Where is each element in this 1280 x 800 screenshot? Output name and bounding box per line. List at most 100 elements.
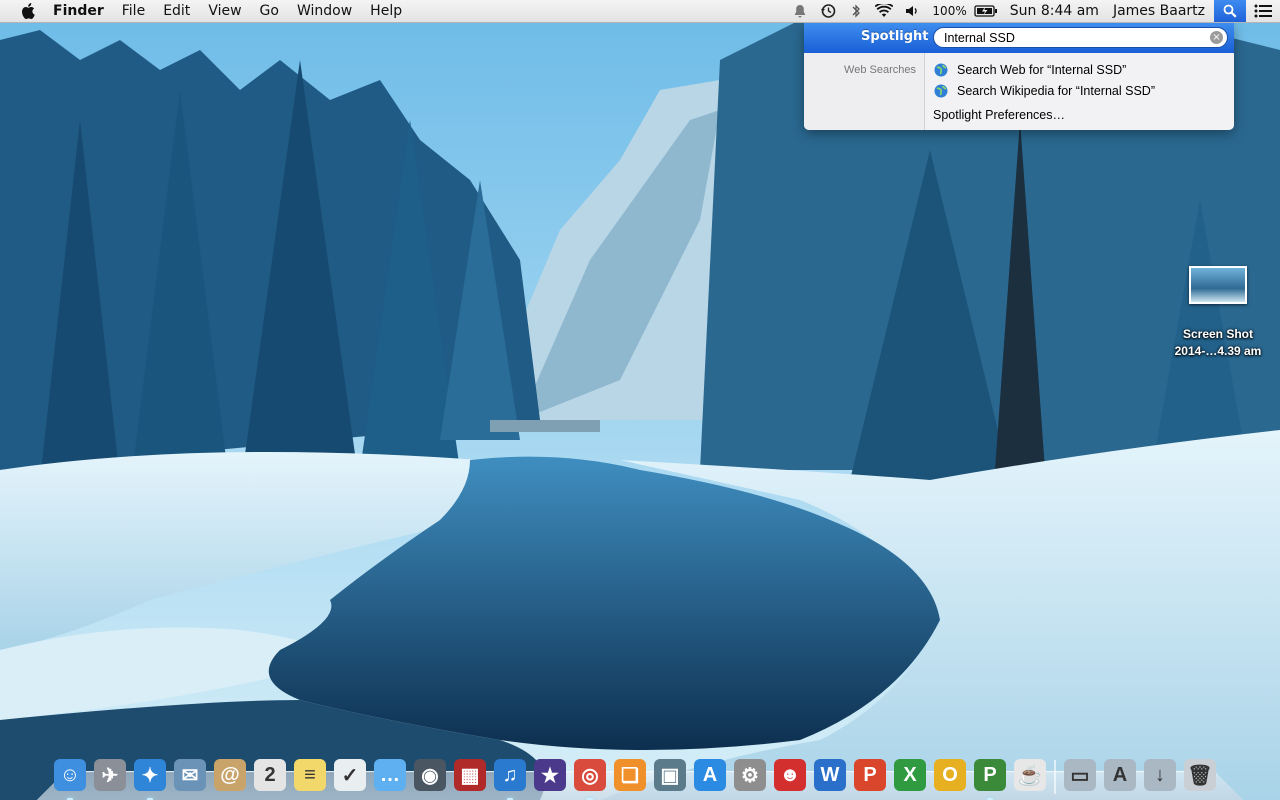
- game-icon: ☻: [774, 759, 806, 791]
- dock-item-trash[interactable]: 🗑: [1182, 756, 1218, 794]
- trash-icon: 🗑: [1184, 759, 1216, 791]
- project-icon: P: [974, 759, 1006, 791]
- reminders-icon: ✓: [334, 759, 366, 791]
- dock-item-contacts[interactable]: @: [212, 756, 248, 794]
- dock-item-excel[interactable]: X: [892, 756, 928, 794]
- file-name-line2: 2014-…4.39 am: [1174, 344, 1262, 358]
- dock-item-game[interactable]: ☻: [772, 756, 808, 794]
- dock-item-reminders[interactable]: ✓: [332, 756, 368, 794]
- dock-item-ibooks[interactable]: ❏: [612, 756, 648, 794]
- notification-center-button[interactable]: [1246, 0, 1280, 22]
- app-store-icon: A: [694, 759, 726, 791]
- dock-item-powerpoint[interactable]: P: [852, 756, 888, 794]
- menu-help[interactable]: Help: [361, 0, 411, 22]
- safari-icon: ✦: [134, 759, 166, 791]
- category-web-searches: Web Searches: [844, 64, 916, 76]
- globe-icon: [934, 63, 948, 77]
- menu-edit[interactable]: Edit: [154, 0, 199, 22]
- documents-folder-icon: ▭: [1064, 759, 1096, 791]
- battery-icon[interactable]: [974, 2, 998, 20]
- dock-item-project[interactable]: P: [972, 756, 1008, 800]
- menu-bar: Finder File Edit View Go Window Help 100…: [0, 0, 1280, 23]
- dock-item-imovie[interactable]: ★: [532, 756, 568, 794]
- dock-item-notes[interactable]: ≡: [292, 756, 328, 794]
- menu-view[interactable]: View: [199, 0, 250, 22]
- result-label: Search Wikipedia for “Internal SSD”: [957, 84, 1155, 98]
- dock-item-safari[interactable]: ✦: [132, 756, 168, 800]
- file-name-line1: Screen Shot: [1182, 327, 1254, 341]
- notes-icon: ≡: [294, 759, 326, 791]
- spotlight-title: Spotlight: [861, 29, 929, 44]
- dock-item-app-store[interactable]: A: [692, 756, 728, 794]
- menu-app-finder[interactable]: Finder: [53, 0, 113, 22]
- dock-item-word[interactable]: W: [812, 756, 848, 794]
- applications-folder-icon: A: [1104, 759, 1136, 791]
- apple-logo-icon[interactable]: [17, 0, 39, 22]
- spotlight-search-input[interactable]: [944, 29, 1204, 46]
- spotlight-preferences-link[interactable]: Spotlight Preferences…: [933, 108, 1065, 122]
- user-account-menu[interactable]: James Baartz: [1106, 0, 1212, 22]
- notification-bell-icon[interactable]: [791, 2, 809, 20]
- list-icon: [1254, 4, 1272, 18]
- magnifier-icon: [1223, 4, 1237, 18]
- desktop-file-screenshot[interactable]: Screen Shot 2014-…4.39 am: [1160, 266, 1276, 360]
- dock-item-chrome[interactable]: ◎: [572, 756, 608, 800]
- chrome-icon: ◎: [574, 759, 606, 791]
- dock-item-finder[interactable]: ☺: [52, 756, 88, 800]
- java-icon: ☕: [1014, 759, 1046, 791]
- dock-item-applications-folder[interactable]: A: [1102, 756, 1138, 794]
- facetime-icon: ◉: [414, 759, 446, 791]
- dock-item-java[interactable]: ☕: [1012, 756, 1048, 794]
- menu-file[interactable]: File: [113, 0, 154, 22]
- dock-item-preview[interactable]: ▣: [652, 756, 688, 794]
- dock-item-outlook[interactable]: O: [932, 756, 968, 794]
- spotlight-search-field[interactable]: ×: [933, 27, 1228, 48]
- downloads-folder-icon: ↓: [1144, 759, 1176, 791]
- outlook-icon: O: [934, 759, 966, 791]
- spotlight-panel: Spotlight × Web Searches Search Web for …: [804, 22, 1234, 130]
- spotlight-header: Spotlight ×: [804, 22, 1234, 53]
- spotlight-category-column: Web Searches: [804, 53, 925, 130]
- preview-icon: ▣: [654, 759, 686, 791]
- finder-icon: ☺: [54, 759, 86, 791]
- messages-icon: …: [374, 759, 406, 791]
- dock-item-launchpad[interactable]: ✈: [92, 756, 128, 794]
- wifi-icon[interactable]: [875, 2, 894, 20]
- file-name: Screen Shot 2014-…4.39 am: [1160, 326, 1276, 360]
- dock-item-mail[interactable]: ✉: [172, 756, 208, 794]
- clear-search-icon[interactable]: ×: [1210, 31, 1223, 44]
- time-machine-icon[interactable]: [819, 2, 837, 20]
- dock-item-downloads-folder[interactable]: ↓: [1142, 756, 1178, 794]
- excel-icon: X: [894, 759, 926, 791]
- ibooks-icon: ❏: [614, 759, 646, 791]
- volume-icon[interactable]: [903, 2, 921, 20]
- file-thumbnail-icon: [1189, 266, 1247, 304]
- launchpad-icon: ✈: [94, 759, 126, 791]
- menu-go[interactable]: Go: [251, 0, 288, 22]
- dock-separator: [1054, 760, 1056, 794]
- dock-item-itunes[interactable]: ♫: [492, 756, 528, 800]
- result-label: Search Web for “Internal SSD”: [957, 63, 1127, 77]
- dock: ☺ ✈ ✦ ✉ @2 ≡ ✓… ◉ ▦ ♫ ★ ◎ ❏ ▣ A ⚙ ☻ W P X O P ☕ ▭ A ↓ 🗑: [52, 748, 1222, 800]
- imovie-icon: ★: [534, 759, 566, 791]
- system-preferences-icon: ⚙: [734, 759, 766, 791]
- menubar-clock[interactable]: Sun 8:44 am: [1003, 0, 1106, 22]
- dock-item-messages[interactable]: …: [372, 756, 408, 794]
- result-search-web[interactable]: Search Web for “Internal SSD”: [934, 61, 1126, 79]
- result-search-wikipedia[interactable]: Search Wikipedia for “Internal SSD”: [934, 82, 1155, 100]
- dock-item-documents-folder[interactable]: ▭: [1062, 756, 1098, 794]
- dock-item-facetime[interactable]: ◉: [412, 756, 448, 794]
- dock-item-calendar[interactable]: 2: [252, 756, 288, 794]
- battery-percentage[interactable]: 100%: [926, 0, 968, 22]
- calendar-icon: 2: [254, 759, 286, 791]
- word-icon: W: [814, 759, 846, 791]
- contacts-icon: @: [214, 759, 246, 791]
- itunes-icon: ♫: [494, 759, 526, 791]
- spotlight-menu-button[interactable]: [1214, 0, 1246, 22]
- photo-booth-icon: ▦: [454, 759, 486, 791]
- dock-item-photo-booth[interactable]: ▦: [452, 756, 488, 794]
- menu-window[interactable]: Window: [288, 0, 361, 22]
- bluetooth-icon[interactable]: [847, 2, 865, 20]
- globe-icon: [934, 84, 948, 98]
- dock-item-system-preferences[interactable]: ⚙: [732, 756, 768, 794]
